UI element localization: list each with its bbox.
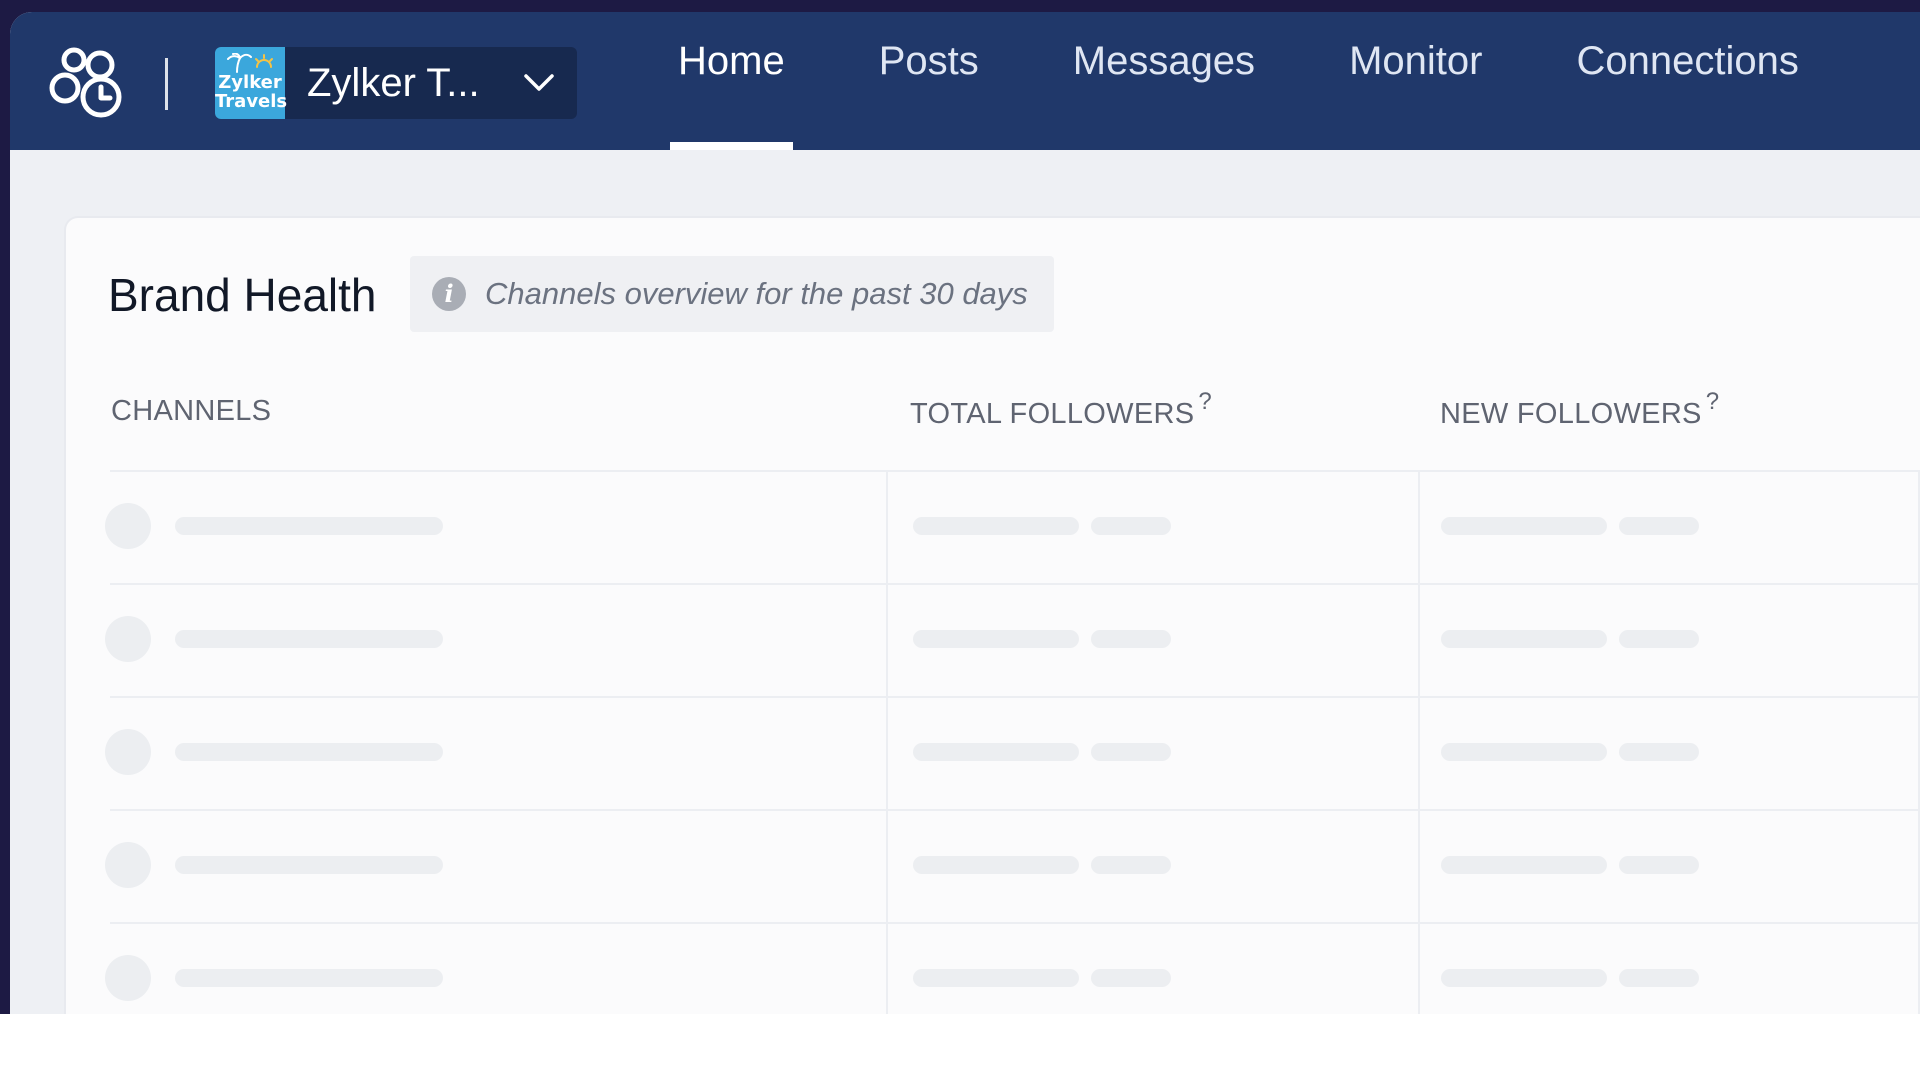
help-icon[interactable]: ? [1706,388,1720,415]
skeleton-channel-name [175,856,443,874]
skeleton-total-delta [1091,856,1171,874]
skeleton-new-delta [1619,743,1699,761]
chevron-down-icon[interactable] [522,70,556,94]
skeleton-total-value [913,969,1079,987]
main-nav-tabs: Home Posts Messages Monitor Connections [670,12,1885,150]
header-divider [165,58,168,110]
social-app-logo-icon[interactable] [48,44,124,120]
skeleton-channel-name [175,743,443,761]
top-navigation-bar: Zylker Travels Zylker T... Home Posts Me… [10,12,1920,150]
column-header-total-followers: TOTAL FOLLOWERS? [910,388,1212,431]
skeleton-new-value [1441,856,1607,874]
skeleton-total-value [913,630,1079,648]
card-title: Brand Health [108,269,377,321]
row-divider [110,696,1920,698]
skeleton-channel-avatar [105,616,151,662]
tab-monitor[interactable]: Monitor [1341,12,1490,130]
skeleton-total-delta [1091,630,1171,648]
skeleton-channel-name [175,969,443,987]
skeleton-total-value [913,856,1079,874]
brand-avatar: Zylker Travels [215,47,288,119]
brand-avatar-line1: Zylker [218,72,282,93]
tab-messages-label: Messages [1072,39,1256,83]
column-header-channels: CHANNELS [111,395,271,428]
column-header-new-followers: NEW FOLLOWERS? [1440,388,1719,431]
skeleton-total-value [913,743,1079,761]
skeleton-channel-name [175,517,443,535]
row-divider [110,470,1920,472]
skeleton-new-delta [1619,856,1699,874]
column-header-total-followers-label: TOTAL FOLLOWERS [910,398,1195,430]
tab-home[interactable]: Home [670,12,793,150]
palm-tree-icon [227,53,273,73]
row-divider [110,922,1920,924]
brand-name: Zylker T... [307,61,480,105]
skeleton-new-delta [1619,630,1699,648]
tab-connections-label: Connections [1576,39,1799,83]
tab-home-label: Home [678,39,785,83]
skeleton-channel-avatar [105,842,151,888]
column-header-channels-label: CHANNELS [111,395,272,427]
tab-connections[interactable]: Connections [1568,12,1806,130]
skeleton-total-delta [1091,517,1171,535]
skeleton-channel-avatar [105,955,151,1001]
skeleton-total-delta [1091,743,1171,761]
skeleton-channel-avatar [105,729,151,775]
column-divider [1418,470,1420,1014]
skeleton-new-value [1441,743,1607,761]
page-bottom-area [0,1014,1920,1080]
info-icon[interactable]: i [432,277,466,311]
skeleton-new-delta [1619,969,1699,987]
skeleton-total-delta [1091,969,1171,987]
skeleton-total-value [913,517,1079,535]
skeleton-new-delta [1619,517,1699,535]
tab-posts[interactable]: Posts [871,12,987,130]
column-header-new-followers-label: NEW FOLLOWERS [1440,398,1702,430]
active-tab-indicator [670,142,793,150]
skeleton-new-value [1441,969,1607,987]
brand-health-card: Brand Health i Channels overview for the… [64,216,1920,1014]
skeleton-new-value [1441,517,1607,535]
tab-posts-label: Posts [878,39,979,83]
brand-switcher-dropdown[interactable]: Zylker Travels Zylker T... [215,47,577,119]
row-divider [110,583,1920,585]
row-divider [110,809,1920,811]
skeleton-channel-avatar [105,503,151,549]
skeleton-channel-name [175,630,443,648]
column-divider [886,470,888,1014]
tab-messages[interactable]: Messages [1065,12,1263,130]
info-chip: i Channels overview for the past 30 days [410,256,1054,332]
skeleton-new-value [1441,630,1607,648]
info-text: Channels overview for the past 30 days [485,276,1028,311]
brand-avatar-line2: Travels [215,91,288,112]
help-icon[interactable]: ? [1198,388,1212,415]
tab-monitor-label: Monitor [1349,39,1483,83]
app-window: Zylker Travels Zylker T... Home Posts Me… [10,12,1920,1014]
